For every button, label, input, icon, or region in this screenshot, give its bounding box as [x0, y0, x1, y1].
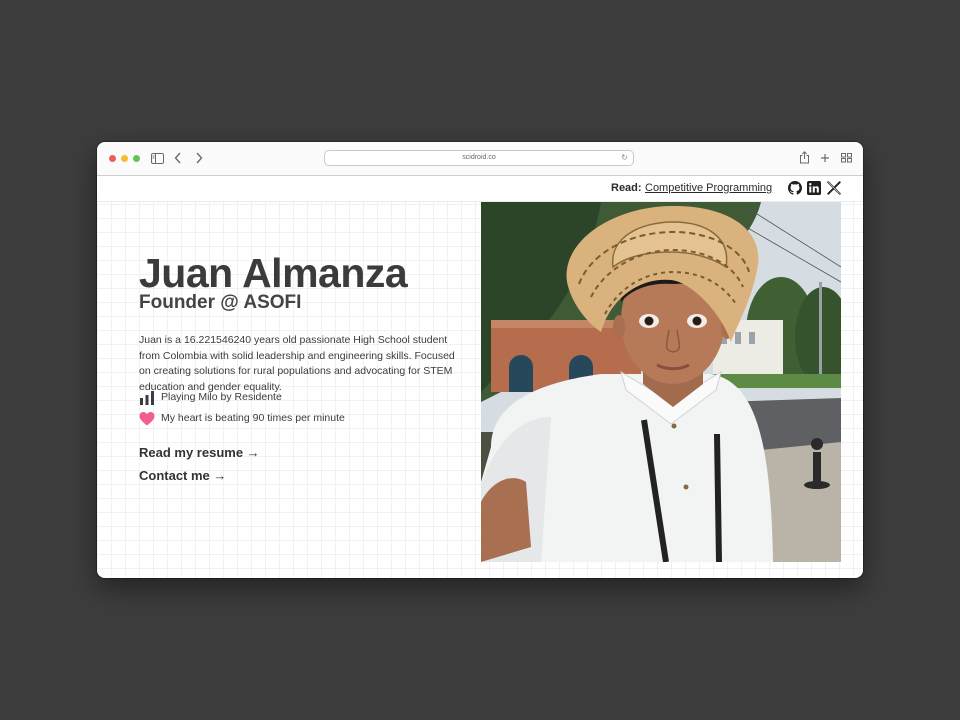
new-tab-icon[interactable] [820, 153, 830, 163]
role-subtitle: Founder @ ASOFI [139, 292, 302, 313]
browser-toolbar: scidroid.co ↻ [97, 142, 863, 176]
x-icon[interactable] [827, 181, 841, 195]
share-icon[interactable] [799, 151, 810, 164]
address-bar[interactable]: scidroid.co ↻ [324, 150, 634, 166]
tab-overview-icon[interactable] [841, 153, 852, 163]
sidebar-toggle-icon[interactable] [151, 153, 164, 164]
competitive-programming-link[interactable]: Competitive Programming [645, 182, 772, 194]
contact-me-link[interactable]: Contact me → [139, 468, 226, 483]
page-content: Read: Competitive Programming Juan Alman… [97, 176, 863, 578]
github-icon[interactable] [788, 181, 802, 195]
music-bars-icon [140, 391, 154, 405]
linkedin-icon[interactable] [807, 181, 821, 195]
bio-paragraph: Juan is a 16.221546240 years old passion… [139, 334, 455, 394]
now-playing-text: Playing Milo by Residente [161, 391, 282, 403]
back-icon[interactable] [174, 152, 182, 164]
heart-rate-text: My heart is beating 90 times per minute [161, 412, 345, 424]
reload-icon[interactable]: ↻ [621, 151, 628, 165]
read-resume-link[interactable]: Read my resume → [139, 445, 260, 460]
maximize-window-button[interactable] [133, 155, 140, 162]
top-nav: Read: Competitive Programming [97, 176, 863, 202]
url-text: scidroid.co [462, 154, 496, 161]
browser-window: scidroid.co ↻ Read: Competitive Programm… [97, 142, 863, 578]
profile-photo [481, 202, 841, 562]
heart-icon [139, 412, 155, 426]
read-label: Read: [611, 182, 642, 194]
close-window-button[interactable] [109, 155, 116, 162]
forward-icon[interactable] [195, 152, 203, 164]
page-title: Juan Almanza [139, 250, 408, 296]
minimize-window-button[interactable] [121, 155, 128, 162]
